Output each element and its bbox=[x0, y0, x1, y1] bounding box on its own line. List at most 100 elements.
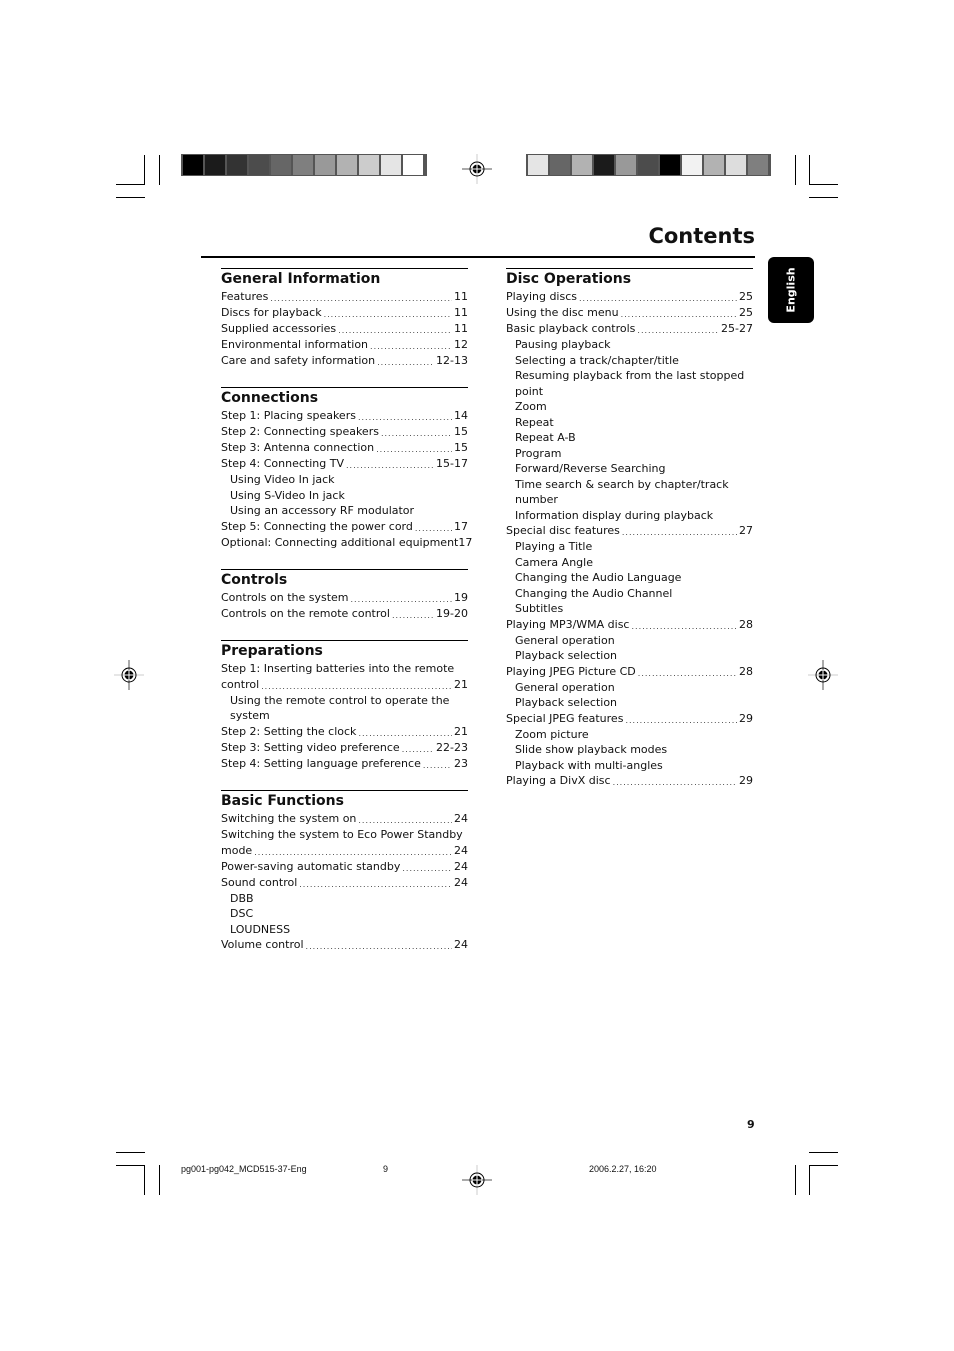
dot-leader bbox=[254, 846, 452, 859]
toc-entry[interactable]: Supplied accessories 11 bbox=[221, 321, 468, 337]
toc-entry[interactable]: Step 4: Setting language preference 23 bbox=[221, 756, 468, 772]
toc-subentry[interactable]: Repeat bbox=[506, 415, 753, 431]
toc-entry-page: 27 bbox=[739, 524, 753, 537]
toc-subentry[interactable]: Using the remote control to operate the … bbox=[221, 693, 468, 724]
section-heading: Disc Operations bbox=[506, 268, 753, 288]
toc-entry-line[interactable]: Switching the system to Eco Power Standb… bbox=[221, 827, 468, 843]
toc-entry[interactable]: Care and safety information 12-13 bbox=[221, 353, 468, 369]
registration-mark-icon bbox=[808, 660, 838, 690]
toc-entry[interactable]: Volume control 24 bbox=[221, 937, 468, 953]
toc-entry[interactable]: Playing discs 25 bbox=[506, 289, 753, 305]
color-swatch bbox=[337, 155, 357, 175]
toc-entry[interactable]: Playing MP3/WMA disc 28 bbox=[506, 617, 753, 633]
toc-subentry[interactable]: Playback with multi-angles bbox=[506, 758, 753, 774]
toc-subentry[interactable]: LOUDNESS bbox=[221, 922, 468, 938]
dot-leader bbox=[381, 427, 452, 440]
toc-subentry[interactable]: Using an accessory RF modulator bbox=[221, 503, 468, 519]
toc-entry[interactable]: Special disc features 27 bbox=[506, 523, 753, 539]
toc-entry-page: 29 bbox=[739, 711, 753, 725]
toc-entry[interactable]: Sound control 24 bbox=[221, 875, 468, 891]
toc-subentry[interactable]: Using S-Video In jack bbox=[221, 488, 468, 504]
toc-entry-page: 17 bbox=[454, 519, 468, 533]
toc-entry[interactable]: control 21 bbox=[221, 677, 468, 693]
toc-subentry[interactable]: Playback selection bbox=[506, 695, 753, 711]
toc-entry-page: 28 bbox=[739, 617, 753, 631]
toc-entry[interactable]: Features 11 bbox=[221, 289, 468, 305]
section-heading: Preparations bbox=[221, 639, 468, 660]
dot-leader bbox=[402, 743, 434, 756]
crop-mark bbox=[159, 1165, 160, 1195]
toc-subentry[interactable]: DBB bbox=[221, 891, 468, 907]
toc-subentry[interactable]: Changing the Audio Language bbox=[506, 570, 753, 586]
dot-leader bbox=[377, 356, 434, 369]
toc-entry[interactable]: Step 4: Connecting TV 15-17 bbox=[221, 456, 468, 472]
toc-subentry[interactable]: General operation bbox=[506, 633, 753, 649]
toc-entry[interactable]: Step 2: Setting the clock 21 bbox=[221, 724, 468, 740]
toc-subentry[interactable]: Time search & search by chapter/track nu… bbox=[506, 477, 753, 508]
color-swatch bbox=[293, 155, 313, 175]
toc-subentry[interactable]: DSC bbox=[221, 906, 468, 922]
toc-entry[interactable]: Power-saving automatic standby 24 bbox=[221, 859, 468, 875]
toc-entry[interactable]: Basic playback controls 25-27 bbox=[506, 321, 753, 337]
toc-entry-label: Step 5: Connecting the power cord bbox=[221, 519, 413, 533]
toc-subentry[interactable]: Playback selection bbox=[506, 648, 753, 664]
crop-mark bbox=[809, 155, 810, 185]
toc-entry-label: Supplied accessories bbox=[221, 322, 337, 335]
toc-subentry[interactable]: Resuming playback from the last stopped … bbox=[506, 368, 753, 399]
dot-leader bbox=[621, 308, 737, 321]
toc-entry[interactable]: Playing JPEG Picture CD 28 bbox=[506, 664, 753, 680]
toc-entry[interactable]: Playing a DivX disc 29 bbox=[506, 773, 753, 789]
toc-entry[interactable]: Step 2: Connecting speakers 15 bbox=[221, 424, 468, 440]
dot-leader bbox=[270, 292, 452, 305]
title-rule bbox=[201, 256, 755, 258]
toc-subentry[interactable]: Subtitles bbox=[506, 601, 753, 617]
toc-entry[interactable]: Optional: Connecting additional equipmen… bbox=[221, 535, 472, 551]
toc-subentry[interactable]: Playing a Title bbox=[506, 539, 753, 555]
toc-entry[interactable]: Step 3: Setting video preference 22-23 bbox=[221, 740, 468, 756]
crop-mark bbox=[116, 1152, 145, 1153]
toc-subentry[interactable]: Program bbox=[506, 446, 753, 462]
toc-entry-page: 12-13 bbox=[436, 354, 468, 367]
toc-subentry[interactable]: Information display during playback bbox=[506, 508, 753, 524]
toc-left-column: General InformationFeatures11Discs for p… bbox=[221, 268, 472, 971]
toc-entry[interactable]: Controls on the system 19 bbox=[221, 590, 468, 606]
toc-entry-line[interactable]: Step 1: Inserting batteries into the rem… bbox=[221, 661, 468, 677]
toc-subentry[interactable]: Slide show playback modes bbox=[506, 742, 753, 758]
toc-subentry[interactable]: Zoom bbox=[506, 399, 753, 415]
dot-leader bbox=[358, 411, 452, 424]
toc-entry[interactable]: Discs for playback 11 bbox=[221, 305, 468, 321]
toc-subentry[interactable]: Pausing playback bbox=[506, 337, 753, 353]
toc-entry-label: mode bbox=[221, 843, 253, 857]
toc-entry[interactable]: mode 24 bbox=[221, 843, 468, 859]
color-swatch bbox=[616, 155, 636, 175]
toc-subentry[interactable]: Using Video In jack bbox=[221, 472, 468, 488]
dot-leader bbox=[613, 776, 737, 789]
toc-entry[interactable]: Step 5: Connecting the power cord 17 bbox=[221, 519, 468, 535]
dot-leader bbox=[351, 593, 452, 606]
toc-entry[interactable]: Using the disc menu 25 bbox=[506, 305, 753, 321]
toc-entry-page: 11 bbox=[454, 290, 468, 303]
toc-subentry[interactable]: General operation bbox=[506, 680, 753, 696]
toc-entry[interactable]: Special JPEG features 29 bbox=[506, 711, 753, 727]
toc-subentry[interactable]: Selecting a track/chapter/title bbox=[506, 353, 753, 369]
toc-entry[interactable]: Environmental information 12 bbox=[221, 337, 468, 353]
toc-entry[interactable]: Switching the system on 24 bbox=[221, 811, 468, 827]
toc-subentry[interactable]: Zoom picture bbox=[506, 727, 753, 743]
toc-entry[interactable]: Step 3: Antenna connection 15 bbox=[221, 440, 468, 456]
toc-subentry[interactable]: Camera Angle bbox=[506, 555, 753, 571]
toc-subentry[interactable]: Repeat A-B bbox=[506, 430, 753, 446]
toc-section: General InformationFeatures11Discs for p… bbox=[221, 268, 468, 369]
toc-subentry[interactable]: Changing the Audio Channel bbox=[506, 586, 753, 602]
toc-entry-page: 24 bbox=[454, 938, 468, 951]
page-title: Contents bbox=[648, 224, 755, 248]
toc-entry-label: Step 1: Placing speakers bbox=[221, 409, 356, 422]
toc-entry-label: Step 2: Setting the clock bbox=[221, 724, 357, 738]
toc-right-column: Disc OperationsPlaying discs25Using the … bbox=[506, 268, 753, 807]
toc-entry-label: Step 3: Setting video preference bbox=[221, 740, 400, 754]
crop-mark bbox=[116, 184, 145, 185]
toc-subentry[interactable]: Forward/Reverse Searching bbox=[506, 461, 753, 477]
toc-entry-page: 21 bbox=[454, 724, 468, 738]
toc-entry[interactable]: Controls on the remote control 19-20 bbox=[221, 606, 468, 622]
toc-entry-label: Special JPEG features bbox=[506, 711, 624, 725]
toc-entry[interactable]: Step 1: Placing speakers 14 bbox=[221, 408, 468, 424]
